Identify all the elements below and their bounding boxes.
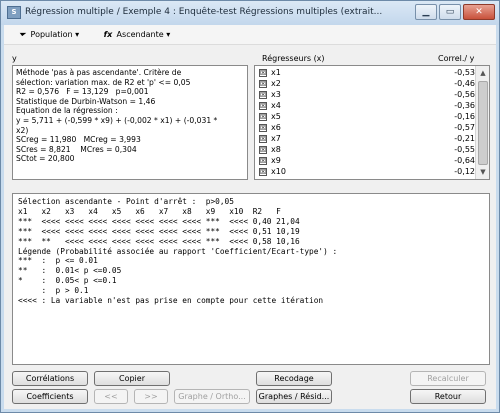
- coefficients-button[interactable]: Coefficients: [12, 389, 88, 404]
- population-menu-button[interactable]: ⏷ Population ▾: [16, 28, 79, 42]
- return-button[interactable]: Retour: [410, 389, 486, 404]
- correlations-button[interactable]: Corrélations: [12, 371, 88, 386]
- regressors-header: Régresseurs (x): [262, 54, 325, 63]
- regressor-row-x2[interactable]: ☒ x2 -0,46: [255, 78, 489, 89]
- dropdown-arrow-icon: ▾: [75, 30, 80, 39]
- output-line: *** : p <= 0.01: [18, 256, 98, 266]
- output-line: Légende (Probabilité associée au rapport…: [18, 246, 338, 256]
- regressor-row-x3[interactable]: ☒ x3 -0,56: [255, 89, 489, 100]
- regressor-row-x7[interactable]: ☒ x7 -0,21: [255, 133, 489, 144]
- summary-line: R2 = 0,576 F = 13,129 p=0,001: [16, 87, 149, 97]
- regressor-row-x8[interactable]: ☒ x8 -0,55: [255, 144, 489, 155]
- checkbox-checked-icon[interactable]: ☒: [259, 157, 267, 165]
- checkbox-checked-icon[interactable]: ☒: [259, 102, 267, 110]
- checkbox-checked-icon[interactable]: ☒: [259, 69, 267, 77]
- summary-line: SCtot = 20,800: [16, 154, 75, 164]
- recode-button[interactable]: Recodage: [256, 371, 332, 386]
- output-text[interactable]: Sélection ascendante - Point d'arrêt : p…: [12, 193, 490, 365]
- dropdown-arrow-icon: ▾: [166, 30, 171, 39]
- output-line: x1 x2 x3 x4 x5 x6 x7 x8 x9 x10 R2 F: [18, 206, 281, 216]
- close-button[interactable]: ✕: [463, 4, 495, 20]
- checkbox-checked-icon[interactable]: ☒: [259, 91, 267, 99]
- ascendante-label: Ascendante: [116, 30, 164, 39]
- maximize-button[interactable]: ▭: [439, 4, 461, 20]
- summary-line: Statistique de Durbin-Watson = 1,46: [16, 96, 156, 106]
- regressor-row-x4[interactable]: ☒ x4 -0,36: [255, 100, 489, 111]
- output-line: ** : 0.01< p <=0.05: [18, 266, 122, 276]
- checkbox-checked-icon[interactable]: ☒: [259, 124, 267, 132]
- regressors-list[interactable]: ☒ x1 -0,53 ☒ x2 -0,46 ☒ x3 -0,56 ☒ x4 -0,36 ☒ x5-…: [254, 65, 490, 180]
- population-label: Population: [30, 30, 73, 39]
- residual-graphs-button[interactable]: Graphes / Résid...: [256, 389, 332, 404]
- summary-line: Equation de la régression :: [16, 106, 118, 116]
- regressor-row-x1[interactable]: ☒ x1 -0,53: [255, 67, 489, 78]
- scroll-down-icon[interactable]: ▼: [477, 166, 489, 178]
- output-line: * : 0.05< p <=0.1: [18, 276, 117, 286]
- checkbox-checked-icon[interactable]: ☒: [259, 80, 267, 88]
- regressor-row-x6[interactable]: ☒ x6 -0,57: [255, 122, 489, 133]
- recalculate-button[interactable]: Recalculer: [410, 371, 486, 386]
- output-line: <<<< : La variable n'est pas prise en co…: [18, 296, 324, 306]
- summary-line: y = 5,711 + (-0,599 * x9) + (-0,002 * x1…: [16, 115, 218, 125]
- regressor-row-x5[interactable]: ☒ x5 -0,16: [255, 111, 489, 122]
- filter-icon: ⏷: [18, 30, 26, 39]
- output-line: *** ** <<<< <<<< <<<< <<<< <<<< <<<< ***…: [18, 236, 300, 246]
- summary-line: Méthode 'pas à pas ascendante'. Critère …: [16, 68, 182, 77]
- checkbox-checked-icon[interactable]: ☒: [259, 168, 267, 176]
- scroll-thumb[interactable]: [478, 81, 488, 165]
- graph-ortho-button[interactable]: Graphe / Ortho...: [174, 389, 250, 404]
- checkbox-checked-icon[interactable]: ☒: [259, 135, 267, 143]
- regressor-row-x9[interactable]: ☒ x9 -0,64: [255, 155, 489, 166]
- correlation-header: Correl./ y: [438, 54, 475, 63]
- window-title: Régression multiple / Exemple 4 : Enquêt…: [25, 7, 383, 17]
- checkbox-checked-icon[interactable]: ☒: [259, 146, 267, 154]
- summary-line: SCreg = 11,980 MCreg = 3,993: [16, 135, 141, 145]
- title-bar[interactable]: S Régression multiple / Exemple 4 : Enqu…: [1, 1, 499, 25]
- output-line: *** <<<< <<<< <<<< <<<< <<<< <<<< <<<< *…: [18, 226, 300, 236]
- client-area: ⏷ Population ▾ fx Ascendante ▾ y Régress…: [4, 25, 496, 409]
- summary-line: x2): [16, 125, 29, 135]
- summary-line: sélection: variation max. de R2 et 'p' <…: [16, 77, 191, 87]
- ascendante-menu-button[interactable]: fx Ascendante ▾: [102, 28, 171, 42]
- copy-button[interactable]: Copier: [94, 371, 170, 386]
- previous-button[interactable]: <<: [94, 389, 128, 404]
- output-line: Sélection ascendante - Point d'arrêt : p…: [18, 197, 234, 206]
- summary-line: SCres = 8,821 MCres = 0,304: [16, 144, 137, 154]
- minimize-button[interactable]: ▁: [415, 4, 437, 20]
- left-panel-header: y: [12, 54, 17, 63]
- regressor-row-x10[interactable]: ☒ x10 -0,12: [255, 166, 489, 177]
- results-summary-text[interactable]: Méthode 'pas à pas ascendante'. Critère …: [12, 65, 248, 180]
- app-window: S Régression multiple / Exemple 4 : Enqu…: [0, 0, 500, 413]
- function-icon: fx: [103, 30, 113, 39]
- output-line: *** <<<< <<<< <<<< <<<< <<<< <<<< <<<< *…: [18, 216, 300, 226]
- toolbar: ⏷ Population ▾ fx Ascendante ▾: [4, 25, 496, 45]
- next-button[interactable]: >>: [134, 389, 168, 404]
- scroll-up-icon[interactable]: ▲: [477, 67, 489, 79]
- output-line: : p > 0.1: [18, 286, 89, 296]
- app-icon: S: [7, 6, 21, 19]
- regressors-scrollbar[interactable]: ▲ ▼: [475, 66, 489, 179]
- checkbox-checked-icon[interactable]: ☒: [259, 113, 267, 121]
